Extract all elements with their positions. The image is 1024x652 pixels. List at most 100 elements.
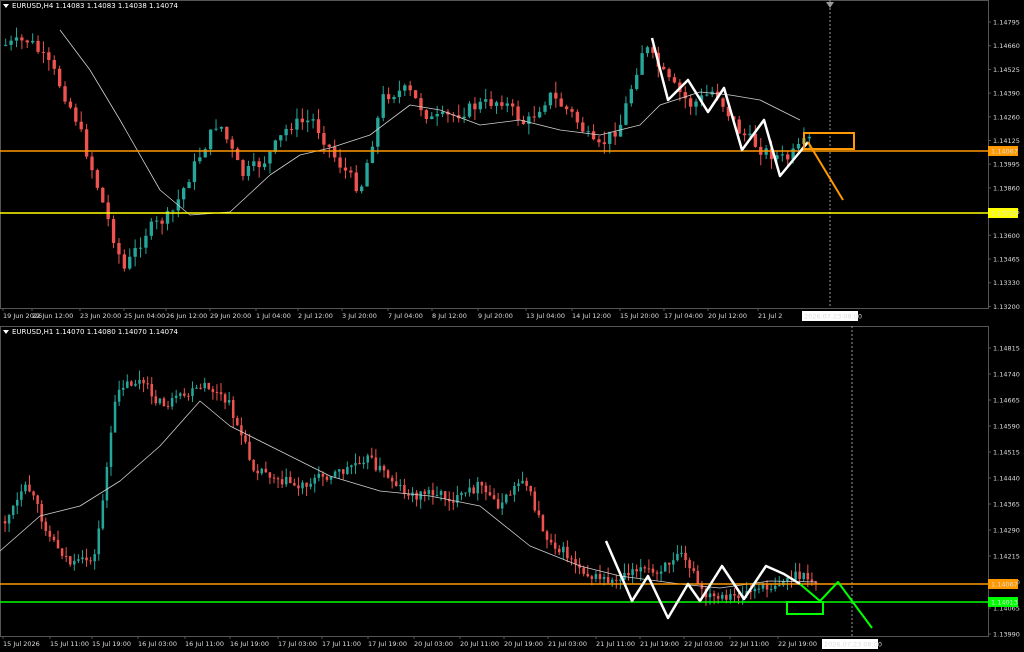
h1-candle [130,381,133,386]
h1-chart-canvas[interactable]: 1.14815 1.14740 1.14665 1.14590 1.14515 1.144… [0,326,1024,652]
h1-candle [431,490,435,496]
h1-candle [276,478,280,480]
h1-candle [219,392,223,395]
h4-chart-canvas[interactable]: 1.14795 1.14660 1.14525 1.14390 1.14260 1.141… [0,0,1024,321]
h1-candle [341,469,345,474]
h1-candle [725,594,728,600]
h4-candle [505,103,509,106]
h1-candle [427,490,431,494]
h4-candle [198,157,202,162]
h1-candle [472,487,475,494]
h1-candle [166,406,170,408]
h1-candle [733,594,736,596]
h4-candle [171,210,175,212]
h4-candle [748,133,752,136]
h4-candle [694,101,698,107]
h4-candle [581,122,585,132]
h1-candle [113,401,117,433]
h1-candle [386,470,390,478]
h1-candle [403,485,406,494]
h4-price-label: 1.14660 [993,42,1020,50]
h4-orange-price-label: 1.14067 [991,148,1018,156]
h1-candle [586,573,590,577]
h4-white-zigzag [650,37,809,178]
h4-candle [786,154,790,160]
h4-chart-pane[interactable]: 1.14795 1.14660 1.14525 1.14390 1.14260 1.141… [0,0,1024,321]
h4-candle [564,106,569,110]
h4-candle [624,103,628,125]
h4-time-label: 17 Jul 04:00 [664,312,703,320]
h1-candle [598,574,602,580]
h1-candle [121,387,125,390]
h1-time-label: 17 Jul 19:00 [368,640,407,648]
h1-candle [606,576,610,583]
h1-candle [537,510,541,516]
h1-time-label: 16 Jul 11:00 [185,640,224,648]
h1-candle [313,477,317,484]
h1-time-label: 20 Jul 19:00 [504,640,543,648]
h1-candle [325,476,329,480]
h1-candle [802,572,806,580]
h4-candle [111,219,116,244]
h4-candle [608,131,612,144]
h1-header-text: EURUSD,H1 1.14070 1.14080 1.14070 1.1407… [12,328,178,336]
h1-chart-pane[interactable]: 1.14815 1.14740 1.14665 1.14590 1.14515 1.144… [0,326,1024,652]
h1-candle [329,476,333,480]
h1-candle [284,476,288,485]
h1-candle [484,485,488,493]
h1-candle [354,463,357,466]
h1-candle [236,417,239,426]
h4-candle [95,170,100,188]
h1-candle [500,502,504,509]
h1-candle [337,469,341,472]
h1-time-label: 16 Jul 19:00 [230,640,269,648]
h1-candle [280,479,284,485]
h4-cursor-marker-icon [826,2,834,8]
h4-candle [279,135,283,141]
h1-candle [305,482,308,487]
h1-candle [227,400,231,403]
h1-candle [712,593,716,597]
h1-candle [317,473,321,478]
h4-candle [796,143,801,149]
h4-candle [79,121,83,130]
h1-candle [60,548,64,556]
h4-candle [122,254,127,269]
h1-candle [570,558,573,560]
h1-candle [769,588,773,590]
h4-moving-average [59,29,801,216]
h4-price-label: 1.14260 [993,113,1020,121]
h4-candle [392,97,396,100]
h1-candle [89,560,92,562]
h4-time-label: 7 Jul 04:00 [388,312,423,320]
h1-time-label: 17 Jul 03:00 [278,640,317,648]
h1-candle [117,389,121,402]
h4-candle [435,114,439,117]
h1-candle [533,491,537,511]
h4-candle [543,105,547,112]
h1-candle [439,491,443,495]
h1-candle [553,542,557,549]
h1-candle [806,572,810,580]
h1-chart-header: EURUSD,H1 1.14070 1.14080 1.14070 1.1407… [3,328,178,336]
h1-candle [15,499,19,506]
h1-candle [52,536,56,541]
h4-candle [214,128,218,130]
h4-candle [316,119,321,134]
h1-candle [109,432,113,467]
h1-candle [513,485,516,495]
h1-candle [460,492,463,496]
h4-header-text: EURUSD,H4 1.14083 1.14083 1.14038 1.1407… [12,2,178,10]
h1-candle [504,494,508,503]
h1-candle [443,491,447,499]
h4-candle [208,129,213,150]
h1-candle [170,398,174,407]
h4-candle [306,120,310,123]
h4-candle [640,53,644,75]
h4-candle [386,94,391,100]
h1-candle [684,552,687,561]
h1-candle [729,594,732,600]
h1-candle [480,482,484,486]
h1-candle [509,494,512,496]
h4-time-label: 9 Jul 20:00 [478,312,513,320]
